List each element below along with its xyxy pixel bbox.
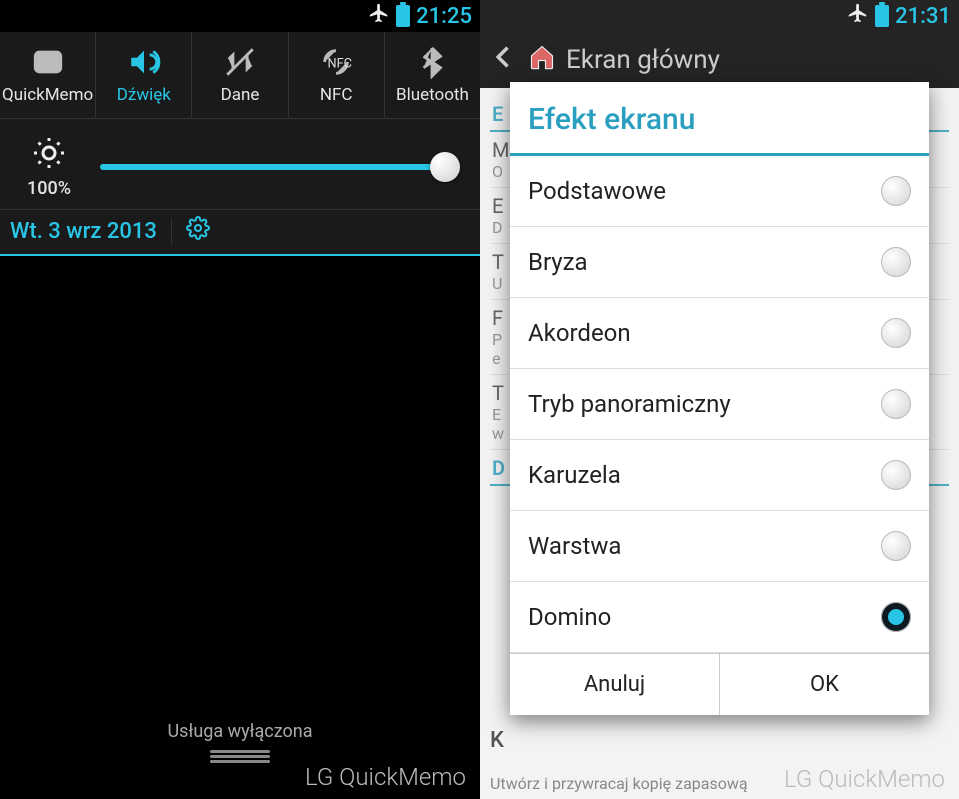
date-text: Wt. 3 wrz 2013 <box>10 219 157 244</box>
radio-icon-selected <box>881 602 911 632</box>
drag-handle-icon[interactable] <box>210 750 270 753</box>
toggle-label: Bluetooth <box>396 85 469 105</box>
background-header: Ekran główny <box>480 32 959 88</box>
toggle-nfc[interactable]: NFC NFC <box>289 32 385 118</box>
airplane-mode-icon <box>847 2 869 30</box>
airplane-mode-icon <box>368 2 390 30</box>
option-label: Podstawowe <box>528 177 666 205</box>
option-label: Akordeon <box>528 319 631 347</box>
brightness-row: 100% <box>0 119 480 210</box>
option-karuzela[interactable]: Karuzela <box>510 440 929 511</box>
toggle-label: NFC <box>320 85 353 105</box>
toggle-data[interactable]: Dane <box>192 32 288 118</box>
service-off-text: Usługa wyłączona <box>167 721 312 742</box>
status-bar: 21:31 <box>480 0 959 32</box>
status-time: 21:31 <box>895 4 951 29</box>
brightness-slider[interactable] <box>100 164 446 170</box>
option-domino[interactable]: Domino <box>510 582 929 653</box>
option-podstawowe[interactable]: Podstawowe <box>510 156 929 227</box>
dialog-button-row: Anuluj OK <box>510 653 929 715</box>
battery-icon <box>396 5 410 27</box>
quick-toggles-row: QuickMemo Dźwięk Dane NFC NFC Bluetooth <box>0 32 480 119</box>
toggle-sound[interactable]: Dźwięk <box>96 32 192 118</box>
option-bryza[interactable]: Bryza <box>510 227 929 298</box>
option-label: Tryb panoramiczny <box>528 390 731 418</box>
brand-watermark: LG QuickMemo <box>784 765 945 793</box>
ok-button[interactable]: OK <box>720 654 929 715</box>
brightness-label-block: 100% <box>12 135 86 199</box>
option-label: Warstwa <box>528 532 621 560</box>
data-icon <box>223 45 257 79</box>
dialog-title: Efekt ekranu <box>510 82 929 156</box>
toggle-label: Dane <box>221 85 260 105</box>
panel-footer: Usługa wyłączona LG QuickMemo <box>0 711 480 799</box>
brightness-slider-thumb[interactable] <box>430 152 460 182</box>
brightness-value: 100% <box>27 178 71 199</box>
back-chevron-icon[interactable] <box>490 43 518 78</box>
radio-icon <box>881 318 911 348</box>
option-warstwa[interactable]: Warstwa <box>510 511 929 582</box>
radio-icon <box>881 389 911 419</box>
toggle-label: Dźwięk <box>117 85 171 105</box>
screenshot-screen-effect-dialog: 21:31 Ekran główny E MO ED TU FPe TEw D … <box>480 0 959 799</box>
option-label: Domino <box>528 603 611 631</box>
screen-effect-dialog: Efekt ekranu Podstawowe Bryza Akordeon T… <box>510 82 929 715</box>
status-bar: 21:25 <box>0 0 480 32</box>
option-label: Bryza <box>528 248 588 276</box>
radio-icon <box>881 460 911 490</box>
radio-icon <box>881 176 911 206</box>
toggle-bluetooth[interactable]: Bluetooth <box>385 32 480 118</box>
brand-watermark: LG QuickMemo <box>305 763 466 791</box>
nfc-icon: NFC <box>319 45 353 79</box>
brightness-icon <box>31 135 67 178</box>
battery-icon <box>875 5 889 27</box>
status-time: 21:25 <box>416 4 472 29</box>
quickmemo-icon <box>31 45 65 79</box>
screenshot-notification-panel: 21:25 QuickMemo Dźwięk Dane NFC NFC <box>0 0 480 799</box>
bluetooth-icon <box>415 45 449 79</box>
option-akordeon[interactable]: Akordeon <box>510 298 929 369</box>
radio-icon <box>881 531 911 561</box>
svg-text:NFC: NFC <box>328 57 352 72</box>
toggle-quickmemo[interactable]: QuickMemo <box>0 32 96 118</box>
option-tryb-panoramiczny[interactable]: Tryb panoramiczny <box>510 369 929 440</box>
option-label: Karuzela <box>528 461 621 489</box>
settings-gear-icon[interactable] <box>186 216 210 246</box>
radio-icon <box>881 247 911 277</box>
cancel-button[interactable]: Anuluj <box>510 654 720 715</box>
vertical-divider <box>171 218 172 244</box>
date-row: Wt. 3 wrz 2013 <box>0 210 480 256</box>
sound-icon <box>127 45 161 79</box>
background-title: Ekran główny <box>566 45 720 75</box>
home-icon <box>528 43 556 78</box>
background-row-k: K <box>490 728 504 753</box>
toggle-label: QuickMemo <box>2 85 93 105</box>
